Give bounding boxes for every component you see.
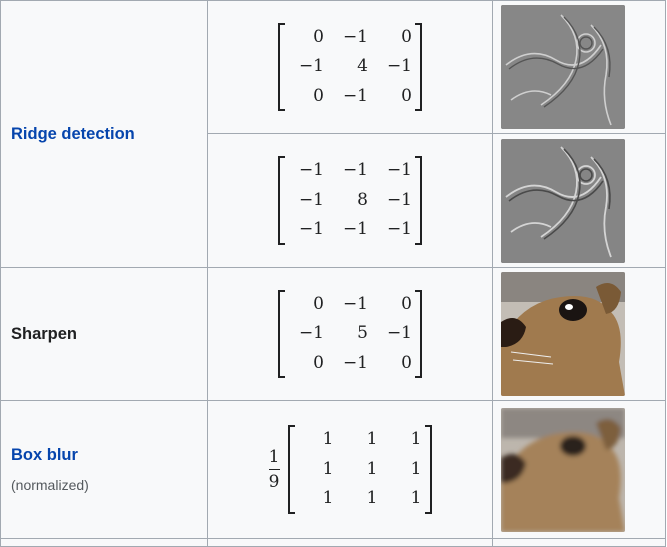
matrix-entry: 0 <box>313 352 324 373</box>
box-blur-result-image[interactable] <box>500 407 625 532</box>
ridge-detection-result-image-2[interactable] <box>500 138 625 263</box>
result-image-cell <box>491 400 667 539</box>
matrix-entry: 1 <box>410 429 422 450</box>
matrix-entry: 1 <box>322 429 334 450</box>
operation-label-sharpen: Sharpen <box>11 324 78 343</box>
matrix-entry: −1 <box>342 352 368 373</box>
result-image-cell <box>491 0 667 134</box>
matrix-entry: 1 <box>410 488 422 509</box>
matrix-entry: −1 <box>298 323 324 344</box>
matrix-entry: −1 <box>342 219 368 240</box>
fraction-bar <box>268 469 280 470</box>
result-image-cell <box>491 133 667 268</box>
operation-link-box-blur[interactable]: Box blur <box>11 446 78 464</box>
matrix-entry: −1 <box>298 189 324 210</box>
kernel-cell: 0 −1 0 −1 5 −1 0 −1 0 <box>207 267 493 401</box>
matrix-entry: −1 <box>386 323 412 344</box>
matrix-entry: 1 <box>366 488 378 509</box>
matrix-entry: −1 <box>342 160 368 181</box>
matrix-entry: −1 <box>298 56 324 77</box>
matrix-entry: 0 <box>401 85 412 106</box>
matrix-entry: −1 <box>386 189 412 210</box>
table-row <box>0 538 667 547</box>
matrix-entry: 1 <box>366 429 378 450</box>
matrix-entry: −1 <box>342 85 368 106</box>
matrix-entry: −1 <box>386 160 412 181</box>
matrix-entry: −1 <box>386 56 412 77</box>
matrix-entry: 8 <box>357 189 368 210</box>
matrix-entry: 1 <box>322 488 334 509</box>
matrix-entry: 1 <box>322 458 334 479</box>
matrix-entry: 4 <box>357 56 368 77</box>
matrix-entry: 1 <box>366 458 378 479</box>
matrix-entry: 0 <box>401 352 412 373</box>
result-image-cell <box>491 267 667 401</box>
result-image-cell <box>491 538 667 547</box>
kernel-cell: 0 −1 0 −1 4 −1 0 −1 0 <box>207 0 493 134</box>
operation-cell: Ridge detection <box>0 0 209 268</box>
operation-cell <box>0 538 209 547</box>
operation-note: (normalized) <box>11 477 89 493</box>
kernel-matrix: −1 −1 −1 −1 8 −1 −1 −1 −1 <box>278 156 422 245</box>
normalization-factor: 1 9 <box>268 447 280 492</box>
matrix-entry: 0 <box>401 26 412 47</box>
matrix-entry: −1 <box>342 26 368 47</box>
kernel-cell <box>207 538 493 547</box>
kernel-matrix: 0 −1 0 −1 5 −1 0 −1 0 <box>278 289 422 379</box>
table-row: Sharpen 0 −1 0 −1 5 −1 0 −1 0 <box>0 267 667 401</box>
table-row: Box blur (normalized) 1 9 1 1 1 1 1 1 1 … <box>0 400 667 539</box>
matrix-entry: −1 <box>342 293 368 314</box>
kernel-cell: 1 9 1 1 1 1 1 1 1 1 1 <box>207 400 493 539</box>
kernel-matrix: 1 1 1 1 1 1 1 1 1 <box>287 425 432 514</box>
matrix-entry: −1 <box>298 219 324 240</box>
operation-cell: Sharpen <box>0 267 209 401</box>
kernel-cell: −1 −1 −1 −1 8 −1 −1 −1 −1 <box>207 133 493 268</box>
matrix-entry: −1 <box>298 160 324 181</box>
matrix-entry: 0 <box>313 26 324 47</box>
kernel-matrix: 0 −1 0 −1 4 −1 0 −1 0 <box>278 22 422 112</box>
matrix-entry: 0 <box>313 85 324 106</box>
matrix-entry: 0 <box>401 293 412 314</box>
operation-link-ridge-detection[interactable]: Ridge detection <box>11 125 135 143</box>
table-row: Ridge detection 0 −1 0 −1 4 −1 0 −1 0 <box>0 0 667 268</box>
matrix-entry: 0 <box>313 293 324 314</box>
sharpen-result-image[interactable] <box>500 272 625 396</box>
matrix-entry: −1 <box>386 219 412 240</box>
operation-cell: Box blur (normalized) <box>0 400 209 539</box>
factor-numerator: 1 <box>268 447 280 467</box>
matrix-entry: 5 <box>357 323 368 344</box>
convolution-kernel-table: Ridge detection 0 −1 0 −1 4 −1 0 −1 0 −1… <box>0 0 667 547</box>
matrix-entry: 1 <box>410 458 422 479</box>
factor-denominator: 9 <box>268 472 280 492</box>
ridge-detection-result-image-1[interactable] <box>500 5 625 129</box>
